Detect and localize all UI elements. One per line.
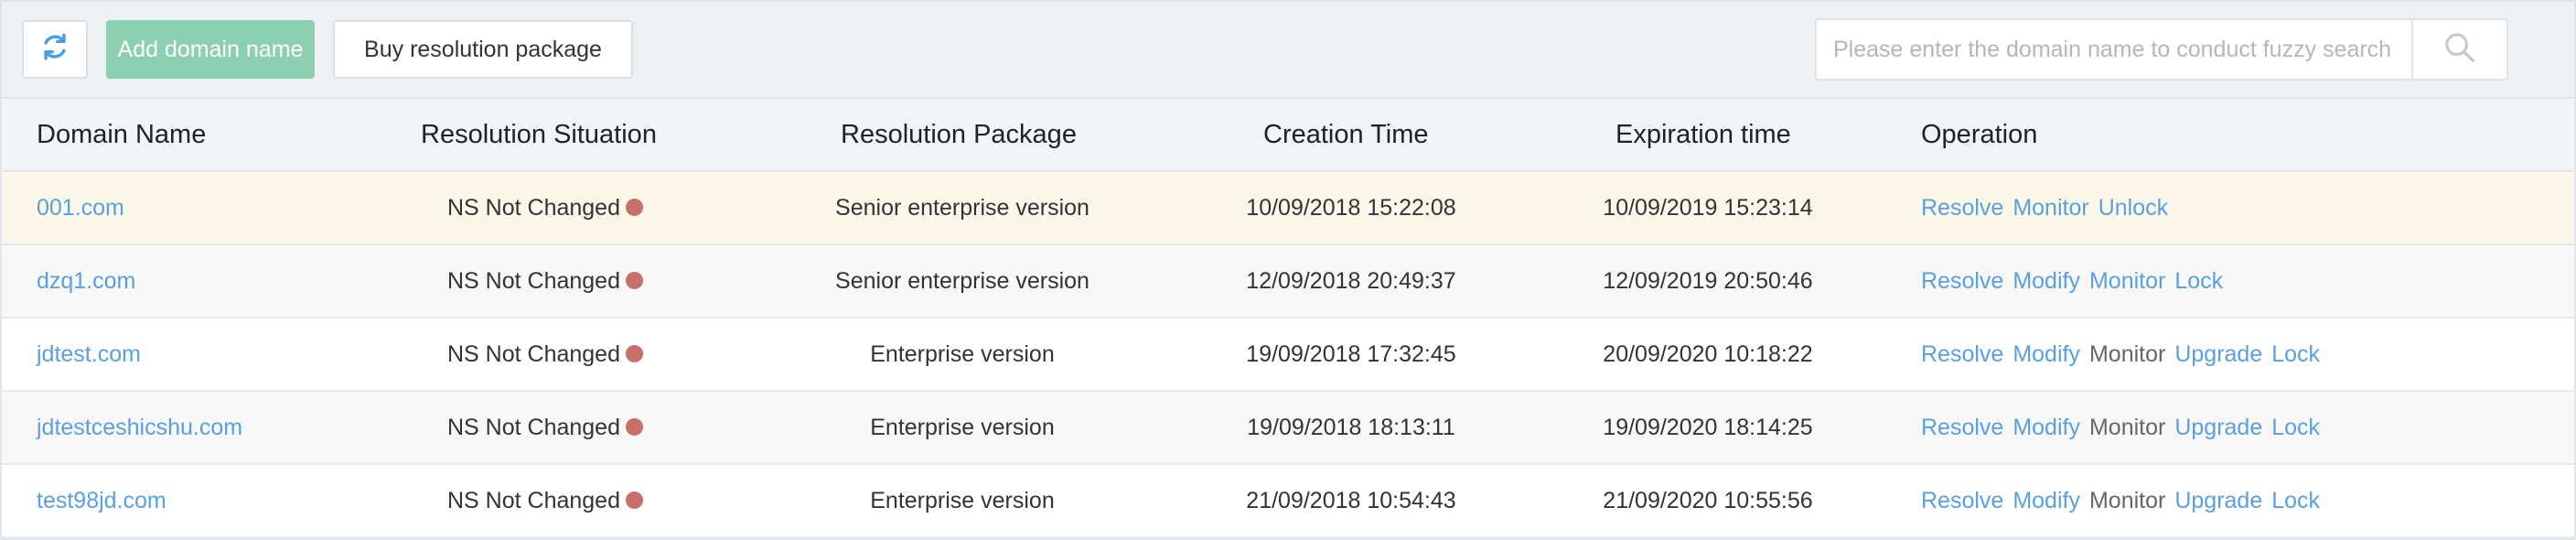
table-row: jdtestceshicshu.com NS Not Changed Enterpr… (2, 392, 2574, 465)
operation-cell: Resolve Modify Monitor Upgrade Lock (1921, 392, 2329, 463)
op-modify-link[interactable]: Modify (2012, 341, 2080, 367)
resolution-status-text: NS Not Changed (446, 415, 620, 440)
expiration-time-cell: 20/09/2020 10:18:22 (1603, 341, 1813, 367)
refresh-button[interactable] (22, 20, 88, 79)
resolution-status-cell: NS Not Changed (384, 245, 706, 317)
operation-cell: Resolve Modify Monitor Lock (1921, 245, 2232, 317)
operation-cell: Resolve Monitor Unlock (1921, 172, 2177, 243)
header-resolution-situation: Resolution Situation (421, 120, 657, 149)
domain-link[interactable]: 001.com (37, 195, 124, 221)
domain-cell: test98jd.com (37, 465, 166, 536)
operation-cell: Resolve Modify Monitor Upgrade Lock (1921, 319, 2329, 390)
status-dot-icon (626, 198, 643, 216)
add-domain-button[interactable]: Add domain name (106, 20, 315, 79)
creation-time-cell: 19/09/2018 18:13:11 (1247, 415, 1455, 440)
domain-list-panel: Add domain name Buy resolution package D… (0, 0, 2576, 540)
creation-time-cell: 19/09/2018 17:32:45 (1246, 341, 1456, 367)
operation-cell: Resolve Modify Monitor Upgrade Lock (1921, 465, 2329, 536)
header-creation-time: Creation Time (1263, 120, 1429, 149)
op-lock-link[interactable]: Lock (2271, 415, 2320, 440)
op-modify-link[interactable]: Modify (2012, 488, 2080, 513)
status-dot-icon (626, 344, 643, 362)
resolution-package-cell: Senior enterprise version (835, 195, 1089, 221)
resolution-status-cell: NS Not Changed (384, 465, 706, 536)
table-row: test98jd.com NS Not Changed Enterprise ver… (2, 465, 2574, 538)
op-monitor-link[interactable]: Monitor (2089, 341, 2165, 367)
domain-cell: jdtestceshicshu.com (37, 392, 242, 463)
resolution-package-cell: Enterprise version (870, 488, 1055, 513)
op-monitor-link[interactable]: Monitor (2089, 415, 2165, 440)
table-row: jdtest.com NS Not Changed Enterprise versi… (2, 319, 2574, 392)
table-header: Domain Name Resolution Situation Resolut… (2, 97, 2574, 172)
op-upgrade-link[interactable]: Upgrade (2174, 488, 2262, 513)
header-domain-name: Domain Name (37, 120, 207, 149)
creation-time-cell: 21/09/2018 10:54:43 (1246, 488, 1456, 513)
domain-link[interactable]: dzq1.com (37, 268, 135, 294)
search-button[interactable] (2411, 20, 2506, 79)
op-monitor-link[interactable]: Monitor (2012, 195, 2088, 221)
resolution-status-text: NS Not Changed (446, 195, 620, 221)
op-lock-link[interactable]: Lock (2271, 488, 2320, 513)
op-resolve-link[interactable]: Resolve (1921, 415, 2003, 440)
op-resolve-link[interactable]: Resolve (1921, 341, 2003, 367)
domain-link[interactable]: test98jd.com (37, 488, 166, 513)
search-icon (2442, 29, 2478, 70)
header-expiration-time: Expiration time (1615, 120, 1791, 149)
resolution-status-text: NS Not Changed (446, 268, 620, 294)
creation-time-cell: 12/09/2018 20:49:37 (1246, 268, 1456, 294)
domain-cell: 001.com (37, 172, 124, 243)
op-modify-link[interactable]: Modify (2012, 268, 2080, 294)
resolution-status-cell: NS Not Changed (384, 172, 706, 243)
op-lock-link[interactable]: Lock (2174, 268, 2223, 294)
status-dot-icon (626, 491, 643, 509)
table-row: 001.com NS Not Changed Senior enterprise v… (2, 172, 2574, 245)
op-unlock-link[interactable]: Unlock (2098, 195, 2168, 221)
header-resolution-package: Resolution Package (841, 120, 1077, 149)
refresh-icon (39, 31, 70, 69)
creation-time-cell: 10/09/2018 15:22:08 (1246, 195, 1456, 221)
search-box (1815, 18, 2508, 81)
buy-resolution-package-button[interactable]: Buy resolution package (333, 20, 633, 79)
domain-cell: dzq1.com (37, 245, 135, 317)
domain-link[interactable]: jdtest.com (37, 341, 141, 367)
header-operation: Operation (1921, 120, 2038, 149)
op-resolve-link[interactable]: Resolve (1921, 195, 2003, 221)
table-body: 001.com NS Not Changed Senior enterprise v… (2, 172, 2574, 538)
op-resolve-link[interactable]: Resolve (1921, 488, 2003, 513)
expiration-time-cell: 10/09/2019 15:23:14 (1603, 195, 1813, 221)
resolution-package-cell: Enterprise version (870, 341, 1055, 367)
table-row: dzq1.com NS Not Changed Senior enterprise … (2, 245, 2574, 319)
resolution-status-text: NS Not Changed (446, 341, 620, 367)
resolution-status-cell: NS Not Changed (384, 319, 706, 390)
resolution-package-cell: Enterprise version (870, 415, 1055, 440)
status-dot-icon (626, 271, 643, 289)
domain-cell: jdtest.com (37, 319, 141, 390)
op-upgrade-link[interactable]: Upgrade (2174, 341, 2262, 367)
op-resolve-link[interactable]: Resolve (1921, 268, 2003, 294)
domain-link[interactable]: jdtestceshicshu.com (37, 415, 242, 440)
op-lock-link[interactable]: Lock (2271, 341, 2320, 367)
expiration-time-cell: 21/09/2020 10:55:56 (1603, 488, 1813, 513)
domain-table: Domain Name Resolution Situation Resolut… (2, 97, 2574, 538)
expiration-time-cell: 19/09/2020 18:14:25 (1603, 415, 1813, 440)
expiration-time-cell: 12/09/2019 20:50:46 (1603, 268, 1813, 294)
resolution-status-cell: NS Not Changed (384, 392, 706, 463)
op-modify-link[interactable]: Modify (2012, 415, 2080, 440)
resolution-status-text: NS Not Changed (446, 488, 620, 513)
op-monitor-link[interactable]: Monitor (2089, 268, 2165, 294)
toolbar: Add domain name Buy resolution package (2, 2, 2574, 97)
search-input[interactable] (1817, 20, 2411, 79)
op-upgrade-link[interactable]: Upgrade (2174, 415, 2262, 440)
op-monitor-link[interactable]: Monitor (2089, 488, 2165, 513)
resolution-package-cell: Senior enterprise version (835, 268, 1089, 294)
status-dot-icon (626, 417, 643, 436)
